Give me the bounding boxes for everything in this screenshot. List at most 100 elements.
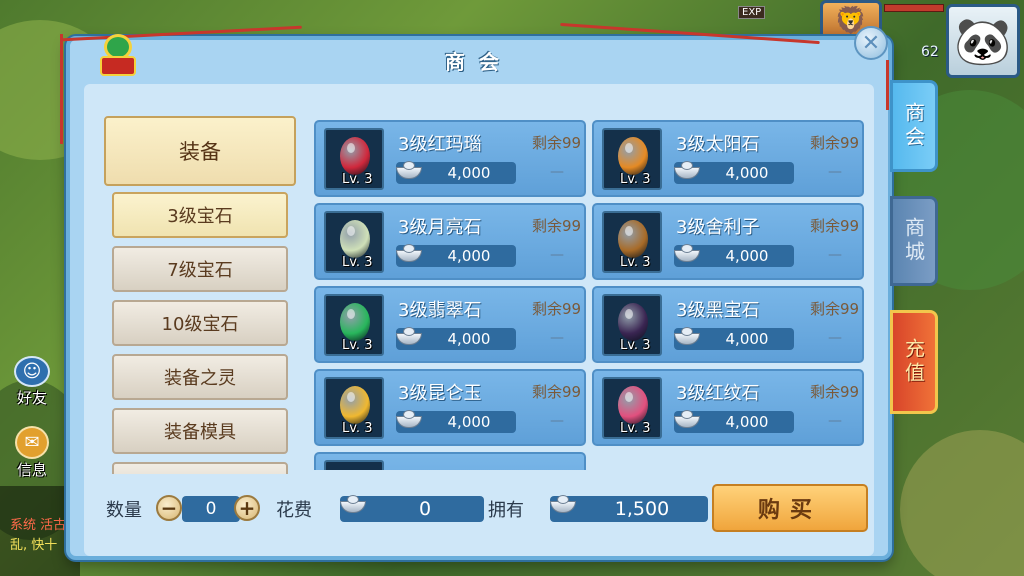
item-price-field: 4,000 <box>674 244 794 267</box>
friend-label: 好友 <box>16 389 47 407</box>
gem-icon <box>618 137 648 175</box>
category-item-gem-lv3[interactable]: 3级宝石 <box>112 192 288 238</box>
shop-item-card[interactable]: Lv. 3 3级太阳石 剩余99 4,000 — <box>592 120 864 197</box>
item-icon-frame <box>324 460 384 470</box>
item-price-field: 4,000 <box>674 327 794 350</box>
item-remaining: 剩余99 <box>532 217 582 235</box>
silver-icon <box>672 241 702 267</box>
item-price: 4,000 <box>447 330 491 348</box>
player-avatar[interactable]: 🐼 <box>946 4 1020 78</box>
buy-button[interactable]: 购买 <box>712 484 868 532</box>
item-name: 3级月亮石 <box>398 217 482 238</box>
friend-button[interactable]: ☺ 好友 <box>2 356 62 408</box>
shop-item-card[interactable]: Lv. 3 3级红纹石 剩余99 4,000 — <box>592 369 864 446</box>
category-item-equip-spirit[interactable]: 装备之灵 <box>112 354 288 400</box>
item-status: — <box>550 413 564 429</box>
silver-icon <box>394 241 424 267</box>
item-remaining: 剩余99 <box>810 217 860 235</box>
item-name: 3级舍利子 <box>676 217 760 238</box>
item-icon-frame: Lv. 3 <box>602 128 662 190</box>
item-remaining: 剩余99 <box>532 300 582 318</box>
gem-icon <box>340 220 370 258</box>
close-icon: ✕ <box>861 30 881 56</box>
item-level: Lv. 3 <box>342 421 373 436</box>
quantity-field[interactable]: 0 <box>182 496 240 522</box>
item-name: 3级黑宝石 <box>676 300 760 321</box>
owned-value: 1,500 <box>614 498 670 520</box>
close-button[interactable]: ✕ <box>854 26 888 60</box>
shop-item-card[interactable]: Lv. 3 3级红玛瑙 剩余99 4,000 — <box>314 120 586 197</box>
item-remaining: 剩余99 <box>810 383 860 401</box>
item-icon-frame: Lv. 3 <box>602 377 662 439</box>
item-status: — <box>828 330 842 346</box>
decorative-rope <box>886 60 889 110</box>
item-level: Lv. 3 <box>342 172 373 187</box>
category-item-gem-lv7[interactable]: 7级宝石 <box>112 246 288 292</box>
gem-icon <box>618 303 648 341</box>
panel-title: 商会 <box>445 49 513 74</box>
item-level: Lv. 3 <box>620 172 651 187</box>
item-price-field: 4,000 <box>674 161 794 184</box>
message-label: 信息 <box>16 461 47 479</box>
item-status: — <box>828 413 842 429</box>
category-equipment[interactable]: 装备 <box>104 116 296 186</box>
item-price-field: 4,000 <box>396 161 516 184</box>
item-price-field: 4,000 <box>396 410 516 433</box>
background-foliage <box>900 430 1024 576</box>
shop-item-card[interactable]: Lv. 3 3级舍利子 剩余99 4,000 — <box>592 203 864 280</box>
item-level: Lv. 3 <box>620 255 651 270</box>
item-status: — <box>550 330 564 346</box>
tab-chongzhi[interactable]: 充值 <box>890 310 938 414</box>
plus-icon: + <box>238 496 256 520</box>
increase-quantity-button[interactable]: + <box>234 495 260 521</box>
item-status: — <box>550 164 564 180</box>
shop-item-card[interactable]: Lv. 3 3级翡翠石 剩余99 4,000 — <box>314 286 586 363</box>
category-list[interactable]: 装备 3级宝石 7级宝石 10级宝石 装备之灵 装备模具 <box>104 116 300 474</box>
item-name: 3级昆仑玉 <box>398 383 482 404</box>
item-icon-frame: Lv. 3 <box>324 377 384 439</box>
item-name: 3级红纹石 <box>676 383 760 404</box>
silver-icon <box>672 324 702 350</box>
silver-icon <box>394 158 424 184</box>
gem-icon <box>340 386 370 424</box>
item-remaining: 剩余99 <box>810 134 860 152</box>
minus-icon: − <box>160 496 178 520</box>
shop-item-card[interactable]: Lv. 3 3级昆仑玉 剩余99 4,000 — <box>314 369 586 446</box>
silver-icon <box>394 407 424 433</box>
item-price: 4,000 <box>447 247 491 265</box>
cost-field: 0 <box>340 495 484 522</box>
item-level: Lv. 3 <box>620 421 651 436</box>
item-level: Lv. 3 <box>342 255 373 270</box>
decrease-quantity-button[interactable]: − <box>156 495 182 521</box>
item-name: 3级红玛瑙 <box>398 134 482 155</box>
silver-icon <box>672 407 702 433</box>
quantity-label: 数量 <box>106 500 142 521</box>
item-name: 3级太阳石 <box>676 134 760 155</box>
item-icon-frame: Lv. 3 <box>324 211 384 273</box>
shop-item-card-partial[interactable] <box>314 452 586 470</box>
message-icon: ✉ <box>15 426 49 459</box>
category-item-gem-lv10[interactable]: 10级宝石 <box>112 300 288 346</box>
shop-item-card[interactable]: Lv. 3 3级月亮石 剩余99 4,000 — <box>314 203 586 280</box>
category-item-equip-mold[interactable]: 装备模具 <box>112 408 288 454</box>
silver-icon <box>672 158 702 184</box>
player-level: 62 <box>921 44 939 60</box>
item-status: — <box>828 164 842 180</box>
gem-icon <box>618 220 648 258</box>
item-remaining: 剩余99 <box>532 134 582 152</box>
silver-icon <box>394 324 424 350</box>
item-grid[interactable]: Lv. 3 3级红玛瑙 剩余99 4,000 — Lv. 3 3级太阳石 剩余9… <box>314 120 866 470</box>
purchase-bar: 数量 − 0 + 花费 0 拥有 1,500 购买 <box>104 484 874 532</box>
tab-shangcheng[interactable]: 商城 <box>890 196 938 286</box>
lantern-icon <box>96 34 140 78</box>
category-item-partial[interactable] <box>112 462 288 474</box>
item-icon-frame: Lv. 3 <box>324 128 384 190</box>
message-button[interactable]: ✉ 信息 <box>2 426 62 480</box>
shop-item-card[interactable]: Lv. 3 3级黑宝石 剩余99 4,000 — <box>592 286 864 363</box>
item-price: 4,000 <box>725 164 769 182</box>
item-remaining: 剩余99 <box>810 300 860 318</box>
tab-shanghui[interactable]: 商会 <box>890 80 938 172</box>
gem-icon <box>618 386 648 424</box>
item-price: 4,000 <box>447 413 491 431</box>
item-icon-frame: Lv. 3 <box>602 211 662 273</box>
